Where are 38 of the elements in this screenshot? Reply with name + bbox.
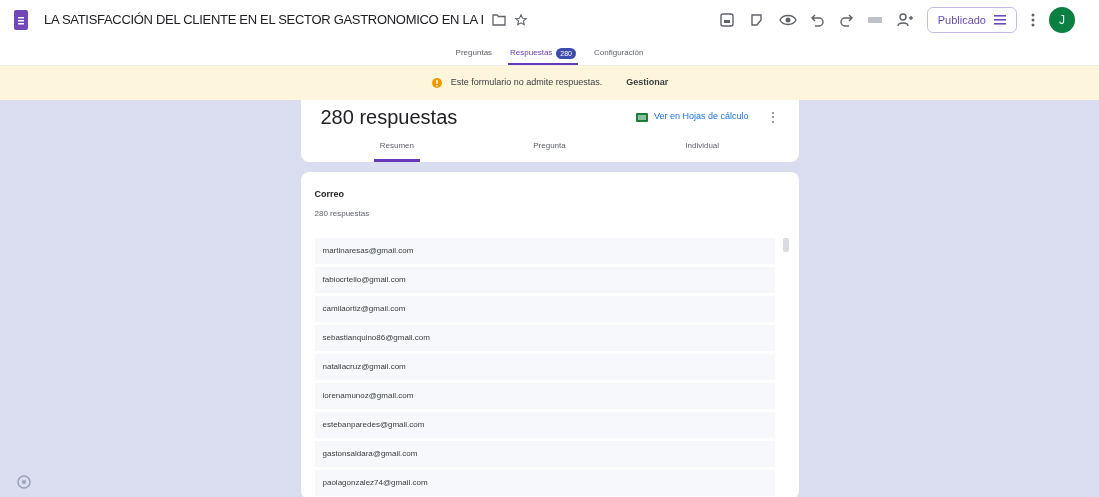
eye-icon[interactable] (778, 13, 797, 27)
banner-message: Este formulario no admite respuestas. (450, 76, 603, 90)
more-icon[interactable] (1031, 13, 1035, 27)
palette-icon[interactable] (718, 12, 735, 28)
star-icon[interactable] (513, 13, 528, 27)
response-row: fabiocrtello@gmail.com (314, 266, 775, 293)
response-row: lorenamunoz@gmail.com (314, 382, 775, 409)
view-tab[interactable]: Individual (679, 132, 726, 162)
tab[interactable]: Configuración (592, 43, 646, 65)
view-tab[interactable]: Resumen (373, 132, 420, 162)
more-options-button[interactable]: ⋮ (766, 108, 779, 126)
view-tab[interactable]: Pregunta (527, 132, 572, 162)
response-row: nataliacruz@gmail.com (314, 353, 775, 380)
forms-logo-icon[interactable] (14, 10, 28, 30)
undo-icon[interactable] (810, 13, 825, 27)
tab[interactable]: Preguntas (453, 43, 495, 65)
theme-icon[interactable] (748, 12, 765, 28)
folder-icon[interactable] (491, 14, 506, 26)
published-button[interactable]: Publicado (926, 7, 1017, 33)
add-person-icon[interactable] (896, 13, 913, 27)
scrollbar[interactable] (782, 237, 789, 252)
redo-icon[interactable] (838, 13, 853, 27)
response-row: sebastianquino86@gmail.com (314, 324, 775, 351)
response-count: 280 respuestas (314, 207, 371, 220)
response-row: paolagonzalez74@gmail.com (314, 469, 775, 496)
document-title[interactable]: LA SATISFACCIÓN DEL CLIENTE EN EL SECTOR GASTRONOMICO EN LA I (44, 10, 484, 30)
responses-heading: 280 respuestas (320, 107, 458, 127)
response-row: camilaortiz@gmail.com (314, 295, 775, 322)
response-row: gastonsaldara@gmail.com (314, 440, 775, 467)
warning-icon (430, 77, 443, 89)
list-icon (994, 15, 1006, 25)
spreadsheet-icon[interactable] (635, 112, 648, 122)
avatar[interactable]: J (1049, 7, 1075, 33)
sheets-link[interactable]: Ver en Hojas de cálculo (653, 110, 749, 124)
response-row: martinaresas@gmail.com (314, 237, 775, 264)
question-title: Correo (314, 188, 345, 201)
manage-link[interactable]: Gestionar (626, 76, 669, 90)
response-row: estebanparedes@gmail.com (314, 411, 775, 438)
